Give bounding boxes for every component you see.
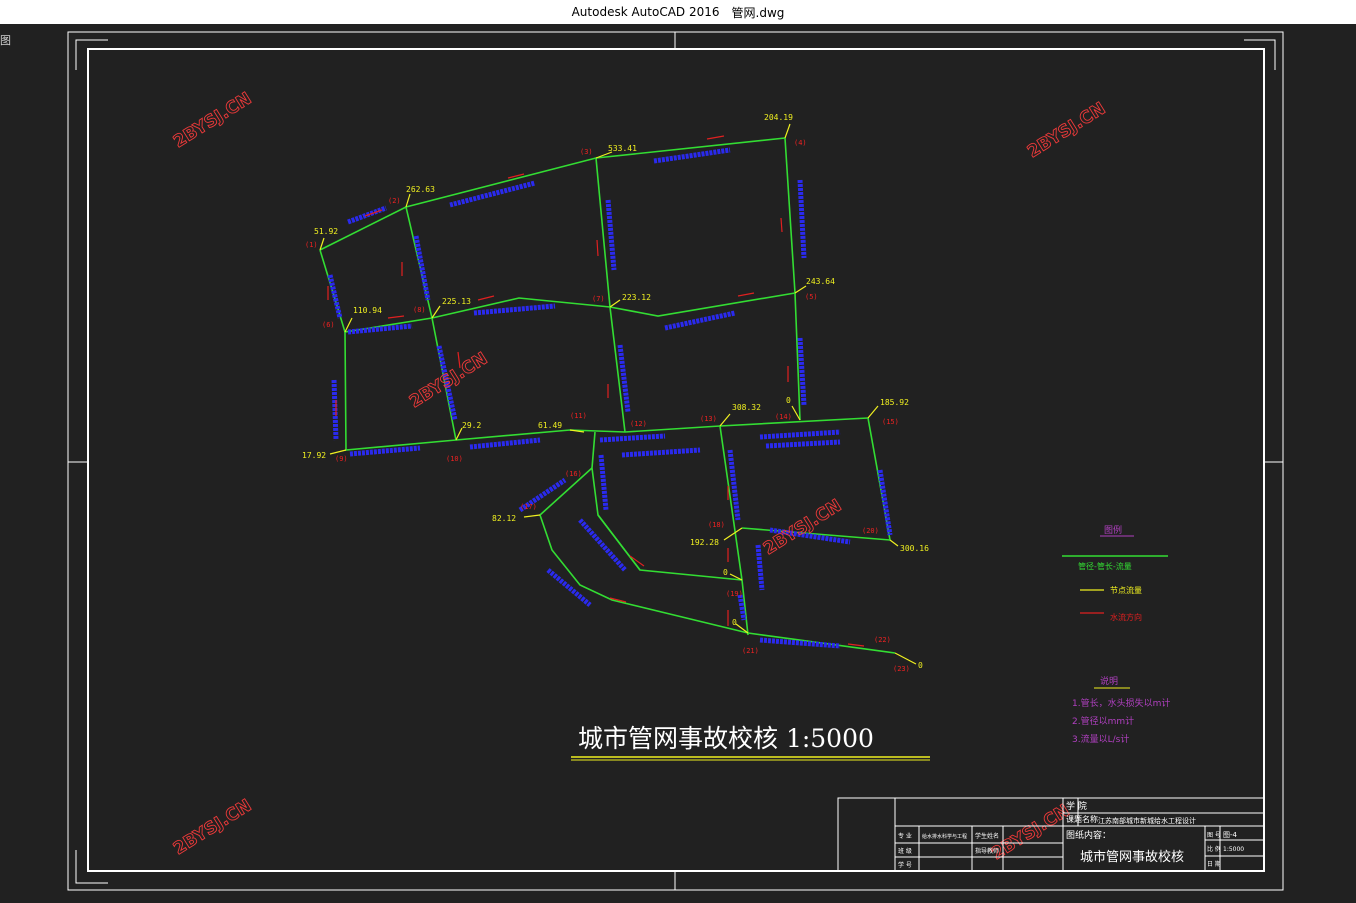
node-flow-value: 225.13: [442, 297, 471, 306]
node-flow-value: 185.92: [880, 398, 909, 407]
legend-pipe-label: 管径-管长-流量: [1078, 561, 1132, 571]
node-flow-value: 110.94: [353, 306, 382, 315]
node-id: (21): [742, 647, 759, 655]
node-id: (19): [726, 590, 743, 598]
tb-scale-label: 比 例: [1207, 845, 1221, 853]
pipe-bottom: [539, 467, 896, 654]
node-id: (7): [592, 295, 605, 303]
node-id: (16): [565, 470, 582, 478]
node-flow-value: 223.12: [622, 293, 651, 302]
tb-content-label: 图纸内容：: [1066, 829, 1111, 841]
tb-student-no-label: 学 号: [898, 861, 912, 869]
node-flow-value: 0: [786, 396, 791, 405]
legend: 图例 管径-管长-流量 节点流量 水流方向 说明 1.管长，水头损失以m计 2.…: [1062, 524, 1170, 745]
node-id: (20): [862, 527, 879, 535]
file-name: 管网.dwg: [731, 5, 785, 20]
pipe-top-row: [319, 137, 786, 251]
note-item: 1.管长，水头损失以m计: [1072, 697, 1170, 709]
title-bar: Autodesk AutoCAD 2016 管网.dwg: [0, 0, 1356, 24]
node-flow-value: 0: [732, 618, 737, 627]
node-id: (5): [805, 293, 818, 301]
node-flow-value: 308.32: [732, 403, 761, 412]
tb-scale: 1:5000: [1223, 846, 1244, 853]
tb-major-value: 给水排水科学与工程: [922, 833, 967, 840]
tb-class-label: 班 级: [898, 847, 912, 855]
legend-node-flow-label: 节点流量: [1110, 585, 1142, 595]
node-id: (6): [322, 321, 335, 329]
node-id: (8): [413, 306, 426, 314]
drawing-canvas[interactable]: 图 51.92 262.63 533.41 204.19 243.64 110.…: [0, 24, 1356, 903]
tb-content: 城市管网事故校核: [1080, 849, 1184, 865]
watermark-text: 2BYSJ.CN: [988, 801, 1073, 865]
node-flow-value: 0: [723, 568, 728, 577]
node-flow-value: 192.28: [690, 538, 719, 547]
node-flow-value: 262.63: [406, 185, 435, 194]
node-id: (10): [446, 455, 463, 463]
watermark-text: 2BYSJ.CN: [760, 496, 845, 560]
node-id: (17): [520, 503, 537, 511]
main-title: 城市管网事故校核 1:5000: [578, 724, 874, 753]
node-flow-value: 0: [918, 661, 923, 670]
node-id: (4): [794, 139, 807, 147]
node-id: (15): [882, 418, 899, 426]
tb-student-label: 学生姓名: [975, 832, 999, 840]
tb-date-label: 日 期: [1207, 860, 1221, 868]
node-id: (22): [874, 636, 891, 644]
tb-school: 学 院: [1066, 800, 1087, 812]
legend-flow-dir-label: 水流方向: [1110, 612, 1142, 622]
node-id: (18): [708, 521, 725, 529]
tb-topic-value: 江苏南部城市新城给水工程设计: [1098, 816, 1196, 825]
watermark-text: 2BYSJ.CN: [170, 89, 255, 153]
tb-fig-no: 图-4: [1223, 831, 1238, 839]
title-block-text: 学 院 课题名称 江苏南部城市新城给水工程设计 专 业 给水排水科学与工程 学生…: [898, 800, 1244, 869]
note-item: 3.流量以L/s计: [1072, 733, 1129, 745]
node-flow-value: 29.2: [462, 421, 481, 430]
node-flow-value: 300.16: [900, 544, 929, 553]
cad-drawing: 51.92 262.63 533.41 204.19 243.64 110.94…: [67, 31, 1284, 891]
node-id: (11): [570, 412, 587, 420]
watermark-text: 2BYSJ.CN: [170, 796, 255, 860]
node-id: (9): [335, 455, 348, 463]
tb-fig-label: 图 号: [1207, 832, 1221, 839]
node-flow-value: 204.19: [764, 113, 793, 122]
node-id: (3): [580, 148, 593, 156]
tb-advisor-label: 指导教师: [975, 847, 999, 855]
node-id: (1): [305, 241, 318, 249]
tb-topic-label: 课题名称: [1066, 814, 1098, 824]
node-flow-value: 61.49: [538, 421, 562, 430]
node-id: (13): [700, 415, 717, 423]
node-id: (23): [893, 665, 910, 673]
node-id: (2): [388, 197, 401, 205]
flow-arrows: [327, 135, 865, 647]
center-marks: [68, 32, 1283, 890]
node-flow-value: 533.41: [608, 144, 637, 153]
node-flow-value: 17.92: [302, 451, 326, 460]
node-id: (14): [775, 413, 792, 421]
watermark-text: 2BYSJ.CN: [1024, 99, 1109, 163]
legend-title: 图例: [1104, 524, 1122, 536]
app-name: Autodesk AutoCAD 2016: [571, 5, 720, 19]
node-id: (12): [630, 420, 647, 428]
node-flow-value: 51.92: [314, 227, 338, 236]
node-flow-value: 243.64: [806, 277, 835, 286]
node-flow-value: 82.12: [492, 514, 516, 523]
pipe-row2: [319, 249, 796, 333]
outer-frame: [67, 31, 1284, 891]
notes-title: 说明: [1100, 675, 1118, 687]
tb-major-label: 专 业: [898, 832, 912, 840]
note-item: 2.管径以mm计: [1072, 715, 1134, 727]
